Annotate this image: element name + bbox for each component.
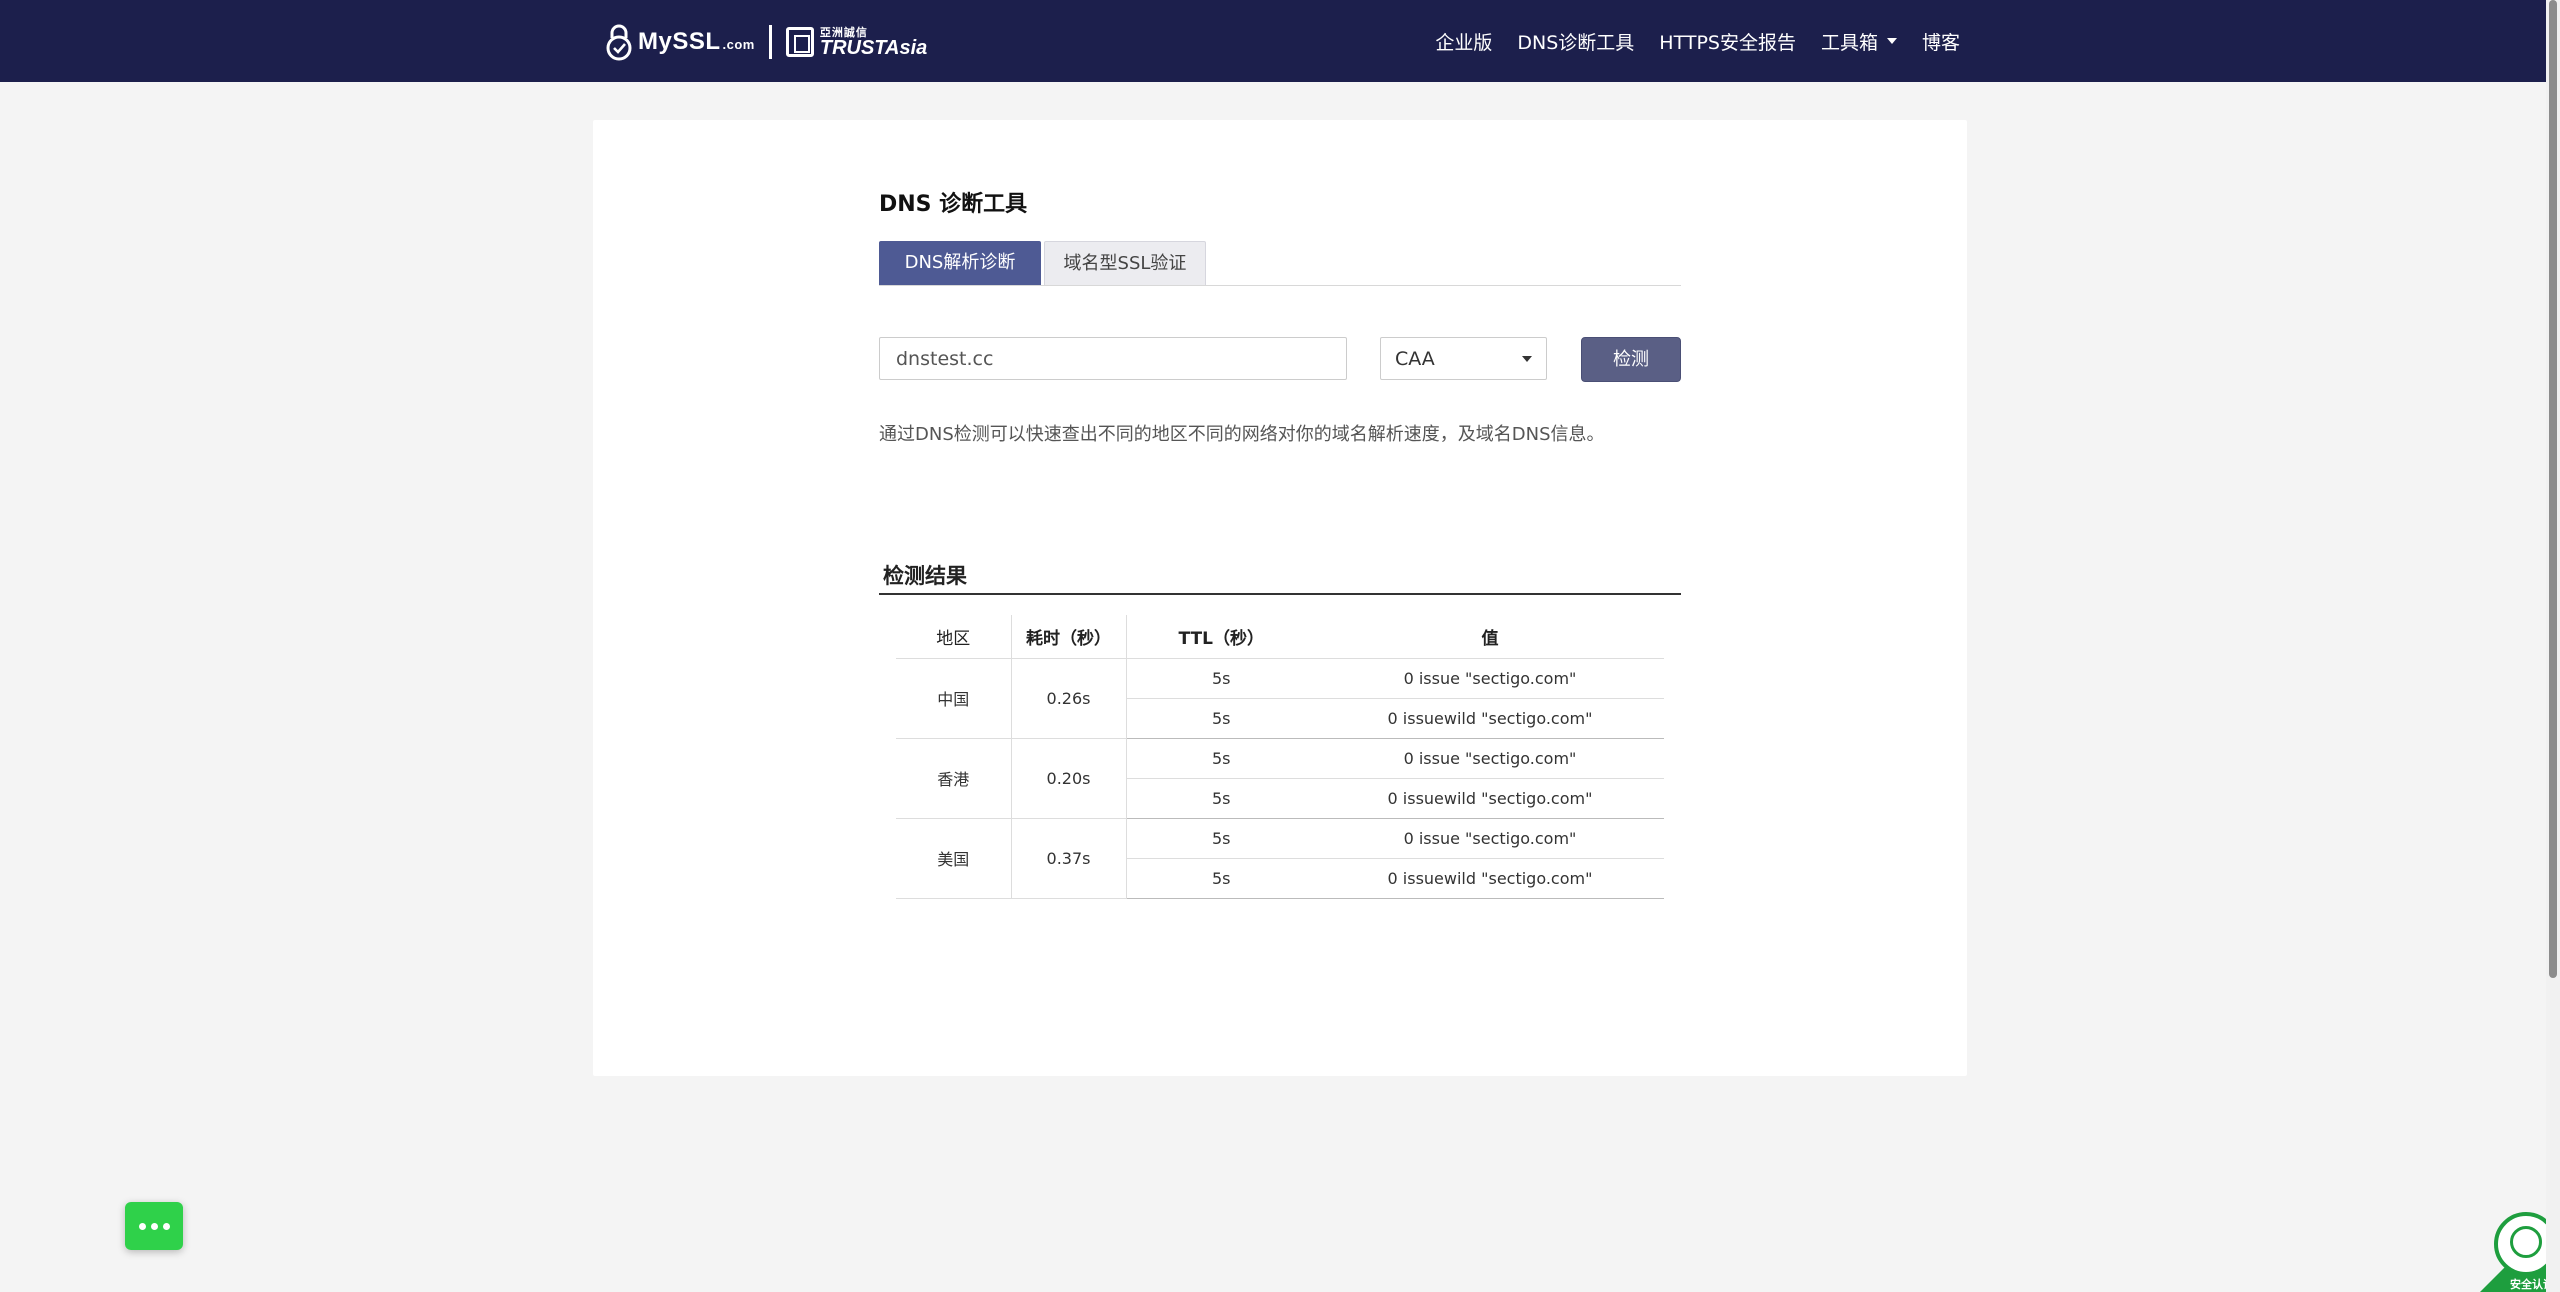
col-header-region: 地区 bbox=[896, 615, 1012, 659]
time-cell: 0.20s bbox=[1011, 738, 1127, 819]
check-button[interactable]: 检测 bbox=[1581, 337, 1681, 382]
value-cell: 0 issuewild "sectigo.com" bbox=[1316, 858, 1664, 899]
top-navbar: MySSL .com 亞洲誠信 TRUSTAsia 企业版 DNS诊断工具 HTT… bbox=[0, 0, 2560, 82]
trustasia-mark-icon bbox=[785, 27, 814, 57]
value-cell: 0 issue "sectigo.com" bbox=[1316, 738, 1664, 779]
chat-button[interactable] bbox=[125, 1202, 183, 1250]
page-scrollbar[interactable] bbox=[2546, 0, 2560, 1292]
tool-description: 通过DNS检测可以快速查出不同的地区不同的网络对你的域名解析速度，及域名DNS信… bbox=[879, 424, 1605, 445]
nav-toolbox-label: 工具箱 bbox=[1820, 31, 1878, 54]
logo-divider bbox=[768, 25, 772, 59]
value-cell: 0 issuewild "sectigo.com" bbox=[1316, 698, 1664, 739]
results-heading: 检测结果 bbox=[879, 560, 1681, 595]
chat-dot-icon bbox=[138, 1222, 146, 1230]
record-type-value: CAA bbox=[1395, 347, 1435, 370]
nav-enterprise[interactable]: 企业版 bbox=[1435, 28, 1492, 55]
ttl-cell: 5s bbox=[1126, 858, 1316, 899]
record-type-select[interactable]: CAA bbox=[1380, 337, 1547, 380]
page-title: DNS 诊断工具 bbox=[879, 192, 1028, 217]
col-header-value: 值 bbox=[1316, 615, 1664, 659]
partner-logo-text: 亞洲誠信 TRUSTAsia bbox=[819, 25, 928, 59]
results-table: 地区 耗时（秒） TTL（秒） 值 中国 0.26s 5s 0 issue "s… bbox=[896, 615, 1664, 899]
nav-toolbox[interactable]: 工具箱 bbox=[1821, 28, 1897, 55]
region-cell: 美国 bbox=[896, 818, 1012, 899]
ttl-cell: 5s bbox=[1126, 818, 1316, 859]
table-header-row: 地区 耗时（秒） TTL（秒） 值 bbox=[896, 615, 1664, 659]
tab-bar: DNS解析诊断 域名型SSL验证 bbox=[879, 241, 1681, 286]
ttl-cell: 5s bbox=[1126, 658, 1316, 699]
chat-dot-icon bbox=[150, 1222, 158, 1230]
col-header-time: 耗时（秒） bbox=[1011, 615, 1127, 659]
lock-icon bbox=[2510, 1226, 2542, 1258]
time-cell: 0.26s bbox=[1011, 658, 1127, 739]
value-cell: 0 issue "sectigo.com" bbox=[1316, 658, 1664, 699]
nav-https-report[interactable]: HTTPS安全报告 bbox=[1659, 28, 1796, 55]
table-row: 中国 0.26s 5s 0 issue "sectigo.com" bbox=[896, 658, 1664, 739]
value-cell: 0 issuewild "sectigo.com" bbox=[1316, 778, 1664, 819]
table-row: 美国 0.37s 5s 0 issue "sectigo.com" bbox=[896, 818, 1664, 899]
region-cell: 中国 bbox=[896, 658, 1012, 739]
logo[interactable]: MySSL .com 亞洲誠信 TRUSTAsia bbox=[604, 22, 927, 62]
tab-ssl-validation[interactable]: 域名型SSL验证 bbox=[1044, 241, 1206, 285]
time-cell: 0.37s bbox=[1011, 818, 1127, 899]
ttl-cell: 5s bbox=[1126, 738, 1316, 779]
chevron-down-icon bbox=[1886, 38, 1897, 44]
main-nav: 企业版 DNS诊断工具 HTTPS安全报告 工具箱 博客 bbox=[1410, 0, 1960, 82]
chat-dot-icon bbox=[162, 1222, 170, 1230]
brand-name: MySSL .com bbox=[638, 28, 755, 55]
tab-dns-resolve[interactable]: DNS解析诊断 bbox=[879, 241, 1041, 285]
ttl-cell: 5s bbox=[1126, 698, 1316, 739]
nav-dns-tool[interactable]: DNS诊断工具 bbox=[1517, 28, 1634, 55]
chevron-down-icon bbox=[1522, 355, 1532, 362]
col-header-ttl: TTL（秒） bbox=[1126, 615, 1316, 659]
lock-logo-icon bbox=[606, 24, 632, 61]
ttl-cell: 5s bbox=[1126, 778, 1316, 819]
domain-input[interactable] bbox=[879, 337, 1347, 380]
table-row: 香港 0.20s 5s 0 issue "sectigo.com" bbox=[896, 738, 1664, 819]
nav-blog[interactable]: 博客 bbox=[1922, 28, 1960, 55]
region-cell: 香港 bbox=[896, 738, 1012, 819]
scrollbar-thumb[interactable] bbox=[2549, 0, 2557, 978]
value-cell: 0 issue "sectigo.com" bbox=[1316, 818, 1664, 859]
